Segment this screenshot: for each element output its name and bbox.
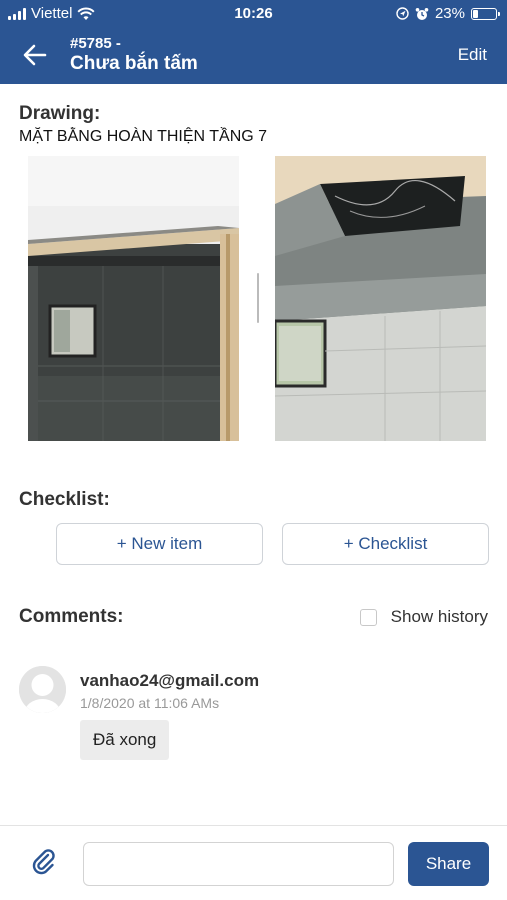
share-button[interactable]: Share bbox=[408, 842, 489, 886]
add-checklist-button[interactable]: + Checklist bbox=[282, 523, 489, 565]
drawing-label: Drawing: bbox=[19, 103, 101, 124]
location-icon bbox=[396, 7, 409, 20]
battery-icon bbox=[471, 7, 500, 20]
checklist-label: Checklist: bbox=[19, 489, 110, 510]
carousel-divider bbox=[257, 273, 259, 323]
comments-label: Comments: bbox=[19, 606, 124, 627]
battery-percent: 23% bbox=[434, 5, 465, 22]
site-photo-wall-opening-image bbox=[28, 156, 239, 441]
page-title: Chưa bắn tấm bbox=[70, 53, 198, 74]
back-button[interactable] bbox=[18, 40, 52, 70]
attach-button[interactable] bbox=[28, 846, 60, 878]
user-avatar-icon bbox=[19, 666, 66, 713]
site-photo-ceiling-hatch-image bbox=[275, 156, 486, 441]
nav-bar: #5785 - Chưa bắn tấm Edit bbox=[0, 28, 507, 84]
arrow-left-icon bbox=[23, 44, 47, 66]
alarm-icon bbox=[415, 7, 429, 20]
show-history-label: Show history bbox=[390, 607, 488, 626]
drawing-name: MẶT BẰNG HOÀN THIỆN TẦNG 7 bbox=[19, 128, 268, 145]
paperclip-icon bbox=[32, 849, 55, 875]
new-item-button[interactable]: + New item bbox=[56, 523, 263, 565]
edit-button[interactable]: Edit bbox=[458, 45, 487, 65]
avatar bbox=[19, 666, 66, 713]
comment-input[interactable] bbox=[83, 842, 394, 886]
site-photo-wall-opening[interactable] bbox=[28, 156, 239, 441]
show-history-checkbox[interactable] bbox=[359, 608, 377, 626]
site-photo-ceiling-hatch[interactable] bbox=[275, 156, 486, 441]
comment-author: vanhao24@gmail.com bbox=[80, 671, 260, 690]
comment-timestamp: 1/8/2020 at 11:06 AMs bbox=[80, 695, 220, 711]
task-id: #5785 - bbox=[70, 35, 121, 52]
comment-bubble: Đã xong bbox=[80, 720, 170, 760]
show-history-toggle[interactable]: Show history bbox=[359, 607, 488, 627]
comment-composer: Share bbox=[0, 825, 507, 900]
status-bar: Viettel 10:26 23% bbox=[0, 0, 507, 28]
